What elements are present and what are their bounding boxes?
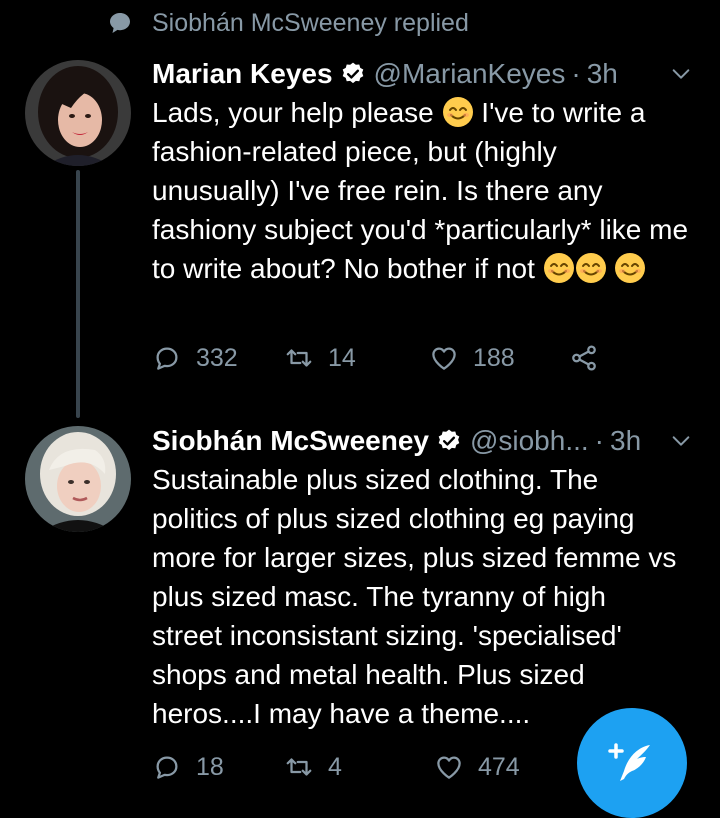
header-separator: ·	[594, 425, 604, 456]
verified-badge-icon	[342, 62, 363, 84]
like-count: 474	[478, 752, 520, 781]
like-icon	[432, 347, 456, 370]
tweet-text-part: Lads, your help please	[152, 97, 442, 128]
author-handle[interactable]: @siobh...	[470, 425, 589, 457]
reply-context-text: Siobhán McSweeney replied	[152, 8, 469, 37]
tweet-actions: 332 14 188	[152, 343, 599, 373]
chevron-down-icon[interactable]	[670, 63, 692, 85]
author-name[interactable]: Marian Keyes	[152, 58, 333, 90]
retweet-icon	[286, 349, 312, 367]
reply-context: Siobhán McSweeney replied	[108, 6, 469, 40]
share-icon	[572, 345, 596, 371]
tweet-timestamp[interactable]: 3h	[610, 425, 641, 457]
chevron-down-icon[interactable]	[670, 430, 692, 452]
tweet-header: Marian Keyes @MarianKeyes · 3h	[152, 55, 692, 93]
like-icon	[437, 756, 461, 779]
like-button[interactable]: 474	[434, 752, 574, 782]
reply-count: 18	[196, 752, 224, 781]
retweet-count: 14	[328, 343, 356, 372]
tweet-timestamp[interactable]: 3h	[587, 58, 618, 90]
smiling-face-emoji	[575, 252, 607, 284]
reply-count: 332	[196, 343, 238, 372]
compose-tweet-icon	[608, 743, 650, 781]
author-name[interactable]: Siobhán McSweeney	[152, 425, 429, 457]
smiling-face-emoji	[614, 252, 646, 284]
retweet-icon	[286, 758, 312, 776]
smiling-face-emoji	[442, 96, 474, 128]
share-button[interactable]	[569, 343, 599, 373]
reply-button[interactable]: 18	[152, 752, 284, 782]
author-handle[interactable]: @MarianKeyes	[374, 58, 566, 90]
tweet-text: Lads, your help please I've to write a f…	[152, 93, 692, 288]
tweet-text: Sustainable plus sized clothing. The pol…	[152, 464, 677, 729]
reply-icon	[156, 756, 178, 779]
reply-icon	[156, 347, 178, 370]
header-separator: ·	[571, 58, 581, 89]
avatar-marian-keyes[interactable]	[25, 60, 131, 166]
avatar-siobhan-mcsweeney[interactable]	[25, 426, 131, 532]
tweet-actions: 18 4 474	[152, 752, 574, 782]
speech-bubble-icon	[110, 13, 130, 33]
retweet-button[interactable]: 4	[284, 752, 434, 782]
verified-badge-icon	[438, 429, 460, 451]
retweet-count: 4	[328, 752, 342, 781]
tweet-header: Siobhán McSweeney @siobh... · 3h	[152, 422, 692, 460]
like-count: 188	[473, 343, 515, 372]
retweet-button[interactable]: 14	[284, 343, 429, 373]
compose-tweet-button[interactable]	[577, 708, 687, 818]
like-button[interactable]: 188	[429, 343, 569, 373]
reply-button[interactable]: 332	[152, 343, 284, 373]
smiling-face-emoji	[543, 252, 575, 284]
